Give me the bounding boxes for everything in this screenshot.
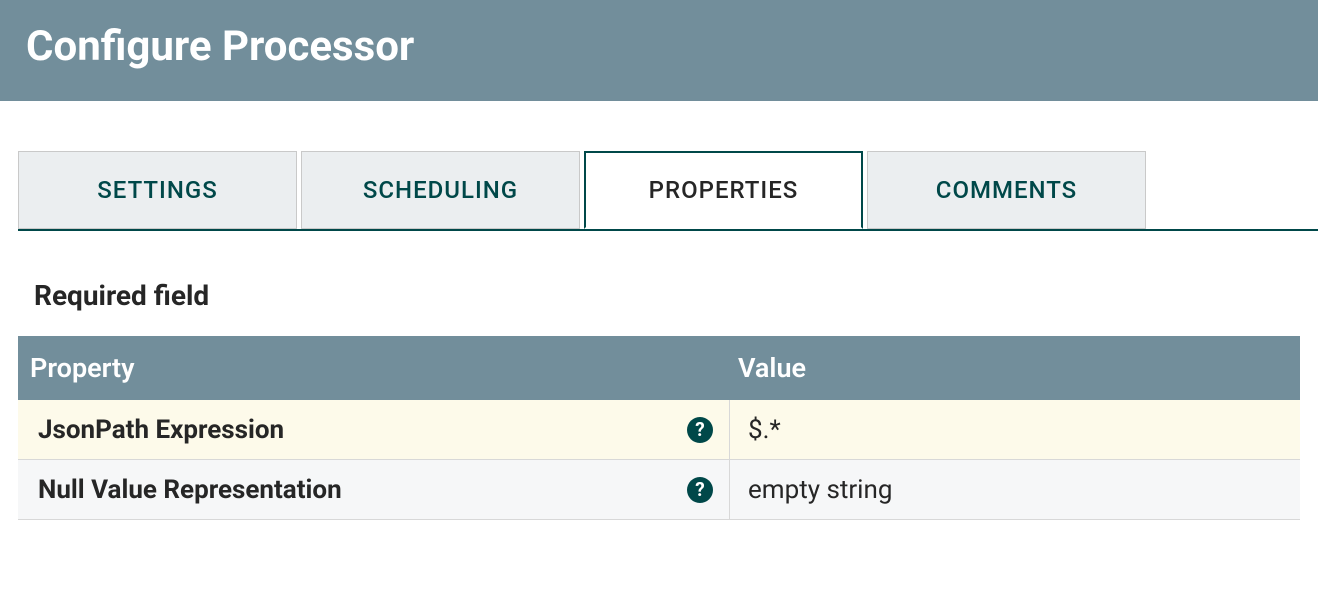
tab-scheduling[interactable]: SCHEDULING [301, 151, 580, 229]
table-header: Property Value [18, 336, 1300, 400]
tabs-bar: SETTINGS SCHEDULING PROPERTIES COMMENTS [18, 151, 1318, 231]
property-name: Null Value Representation [38, 475, 342, 505]
header-value: Value [730, 352, 1300, 384]
tab-label: SCHEDULING [363, 176, 518, 204]
property-name: JsonPath Expression [38, 415, 284, 445]
property-value: empty string [748, 475, 892, 505]
tab-label: SETTINGS [97, 176, 217, 204]
property-name-cell: JsonPath Expression ? [18, 400, 730, 459]
table-row[interactable]: JsonPath Expression ? $.* [18, 400, 1300, 460]
property-value: $.* [748, 415, 781, 445]
tab-label: COMMENTS [936, 176, 1077, 204]
property-name-cell: Null Value Representation ? [18, 460, 730, 519]
tab-label: PROPERTIES [649, 176, 799, 204]
property-value-cell[interactable]: $.* [730, 415, 1300, 445]
header-property: Property [18, 352, 730, 384]
tabs-spacer [1150, 151, 1318, 229]
tab-settings[interactable]: SETTINGS [18, 151, 297, 229]
dialog-content: SETTINGS SCHEDULING PROPERTIES COMMENTS … [0, 151, 1318, 520]
tab-properties[interactable]: PROPERTIES [584, 151, 863, 229]
help-icon[interactable]: ? [687, 417, 713, 443]
dialog-header: Configure Processor [0, 0, 1318, 101]
required-field-label: Required field [34, 279, 1318, 312]
property-value-cell[interactable]: empty string [730, 475, 1300, 505]
table-row[interactable]: Null Value Representation ? empty string [18, 460, 1300, 520]
properties-table: Property Value JsonPath Expression ? $.*… [18, 336, 1300, 520]
tab-comments[interactable]: COMMENTS [867, 151, 1146, 229]
help-icon[interactable]: ? [687, 477, 713, 503]
dialog-title: Configure Processor [26, 22, 1318, 71]
